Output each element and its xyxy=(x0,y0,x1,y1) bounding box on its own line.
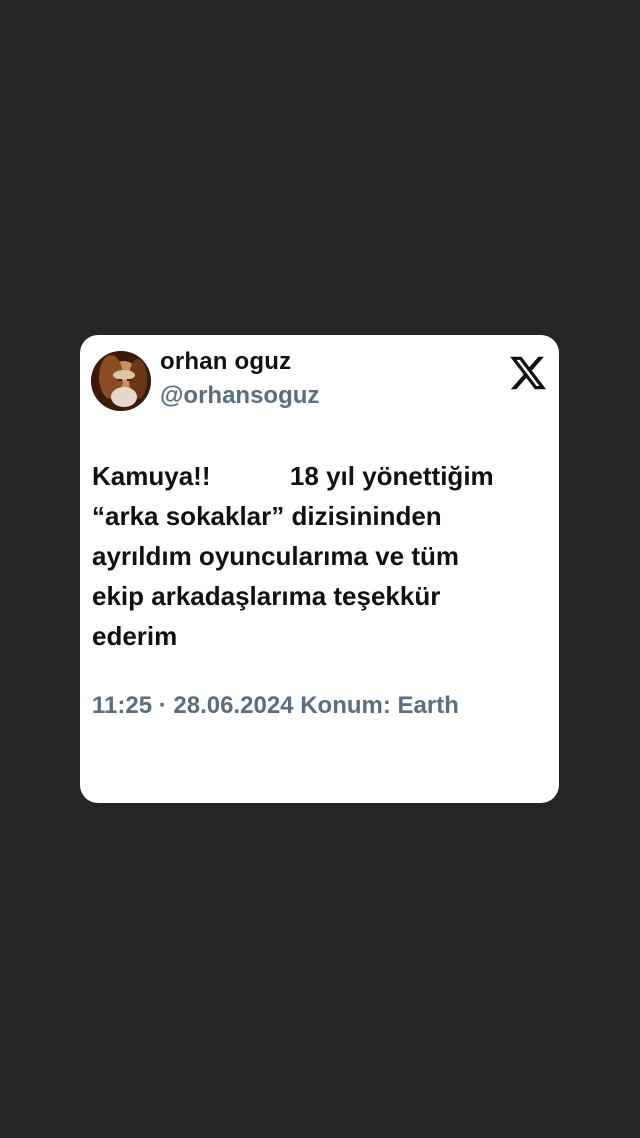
tweet-time[interactable]: 11:25 xyxy=(92,692,152,719)
avatar-photo xyxy=(91,351,151,411)
avatar[interactable] xyxy=(91,351,151,411)
location-label: Konum: xyxy=(300,692,391,719)
author-handle[interactable]: @orhansoguz xyxy=(160,382,319,410)
location-value: Earth xyxy=(397,692,459,719)
author-name[interactable]: orhan oguz xyxy=(160,348,291,376)
x-logo-icon[interactable] xyxy=(508,353,548,393)
tweet-meta: 11:25 · 28.06.2024 Konum: Earth xyxy=(92,692,459,720)
tweet-text: Kamuya!! 18 yıl yönettiğim “arka sokakla… xyxy=(92,461,494,651)
tweet-date[interactable]: 28.06.2024 xyxy=(173,692,293,719)
tweet-card[interactable]: orhan oguz @orhansoguz Kamuya!! 18 yıl y… xyxy=(80,335,559,803)
meta-separator: · xyxy=(158,692,167,719)
